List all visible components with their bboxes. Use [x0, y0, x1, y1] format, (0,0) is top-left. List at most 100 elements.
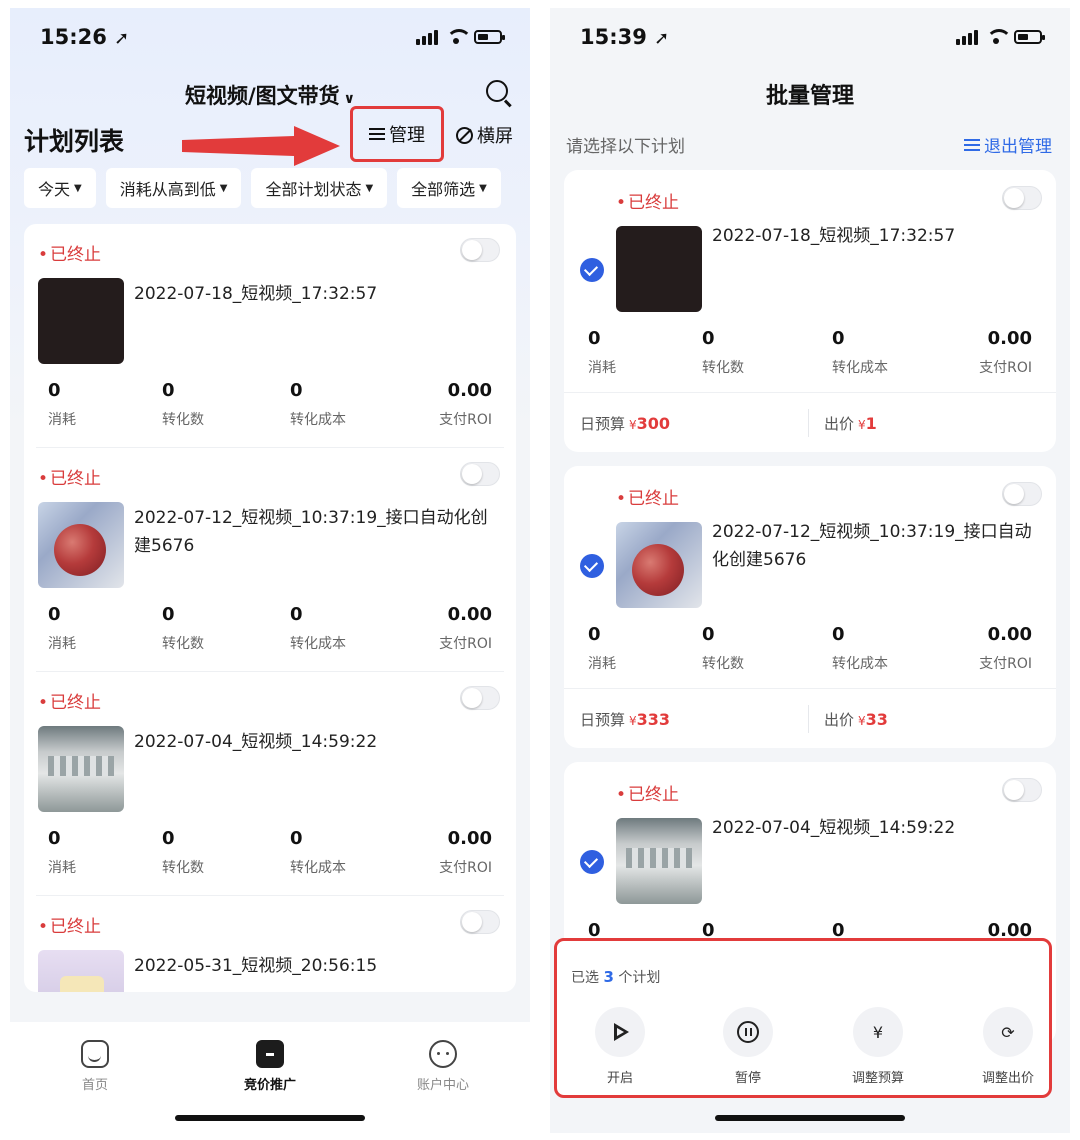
signal-icon	[956, 29, 978, 45]
landscape-button[interactable]: 横屏	[456, 122, 513, 148]
toggle-switch[interactable]	[1002, 778, 1042, 802]
plan-card[interactable]: 已终止 2022-07-18_短视频_17:32:57 0消耗 0转化数 0转化…	[564, 170, 1056, 452]
filter-sort[interactable]: 消耗从高到低 ▼	[105, 168, 242, 208]
caret-down-icon: ▼	[219, 182, 228, 194]
rotate-icon	[456, 126, 473, 144]
plan-name: 2022-07-12_短视频_10:37:19_接口自动化创建5676	[134, 508, 488, 556]
tab-bidding-promotion[interactable]: 竞价推广	[225, 1040, 315, 1093]
list-item[interactable]: 已终止 2022-07-18_短视频_17:32:57 0消耗 0转化数 0转化…	[36, 224, 504, 448]
metric-spend: 0	[48, 380, 61, 401]
location-icon: ➚	[654, 28, 670, 49]
selected-count: 已选 3 个计划	[571, 968, 661, 986]
daily-budget[interactable]: 日预算 ¥300	[580, 413, 670, 434]
toggle-switch[interactable]	[1002, 186, 1042, 210]
signal-icon	[416, 29, 438, 45]
metric-conversions: 0	[162, 604, 175, 625]
tab-account-center[interactable]: 账户中心	[398, 1040, 488, 1093]
metric-spend: 0	[588, 624, 601, 645]
annotation-arrow-icon	[182, 126, 340, 166]
bid-price[interactable]: 出价 ¥33	[824, 709, 888, 730]
adjust-budget-button[interactable]: ¥ 调整预算	[833, 1007, 923, 1086]
status-bar: 15:26 ➚	[40, 22, 505, 52]
plan-thumbnail	[616, 818, 702, 904]
list-icon	[369, 127, 385, 141]
pause-button[interactable]: 暂停	[703, 1007, 793, 1086]
start-button[interactable]: 开启	[575, 1007, 665, 1086]
metric-roi: 0.00	[447, 380, 492, 401]
filter-date[interactable]: 今天 ▼	[24, 168, 96, 208]
metric-cost: 0	[832, 624, 845, 645]
caret-down-icon: ▼	[479, 182, 487, 194]
toggle-switch[interactable]	[460, 462, 500, 486]
adjust-bid-button[interactable]: ⟳ 调整出价	[963, 1007, 1053, 1086]
budget-row: 日预算 ¥333 出价 ¥33	[564, 688, 1056, 748]
battery-icon	[1014, 30, 1045, 44]
metric-roi: 0.00	[987, 624, 1032, 645]
list-item[interactable]: 已终止 2022-07-04_短视频_14:59:22 0消耗 0转化数 0转化…	[36, 672, 504, 896]
filter-all[interactable]: 全部筛选 ▼	[397, 168, 501, 208]
list-icon	[964, 138, 980, 152]
metric-cost: 0	[290, 380, 303, 401]
list-item[interactable]: 已终止 2022-07-12_短视频_10:37:19_接口自动化创建5676 …	[36, 448, 504, 672]
account-icon	[429, 1040, 457, 1068]
caret-down-icon: ▼	[365, 182, 374, 194]
home-icon	[81, 1040, 109, 1068]
metric-spend: 0	[48, 828, 61, 849]
plan-thumbnail	[38, 502, 124, 588]
metric-conversions: 0	[162, 380, 175, 401]
plan-thumbnail	[616, 522, 702, 608]
page-title: 批量管理	[765, 84, 854, 109]
status-time: 15:39 ➚	[580, 25, 670, 49]
exit-manage-button[interactable]: 退出管理	[964, 132, 1052, 157]
metric-roi: 0.00	[447, 604, 492, 625]
metric-cost: 0	[290, 828, 303, 849]
wifi-icon	[446, 29, 472, 45]
play-icon	[595, 1007, 645, 1057]
plan-name: 2022-07-18_短视频_17:32:57	[134, 284, 378, 304]
plan-name: 2022-07-12_短视频_10:37:19_接口自动化创建5676	[712, 522, 1032, 570]
plan-card[interactable]: 已终止 2022-07-12_短视频_10:37:19_接口自动化创建5676 …	[564, 466, 1056, 748]
page-title: 计划列表	[24, 127, 125, 156]
metric-conversions: 0	[162, 828, 175, 849]
metric-spend: 0	[48, 604, 61, 625]
budget-row: 日预算 ¥300 出价 ¥1	[564, 392, 1056, 452]
money-bag-icon: ¥	[853, 1007, 903, 1057]
plan-name: 2022-05-31_短视频_20:56:15	[134, 956, 378, 976]
caret-down-icon: ▼	[74, 182, 82, 194]
check-icon[interactable]	[580, 850, 604, 874]
home-indicator	[175, 1115, 365, 1121]
plan-thumbnail	[38, 726, 124, 812]
plan-thumbnail	[616, 226, 702, 312]
status-badge: 已终止	[38, 688, 101, 713]
filter-bar: 今天 ▼ 消耗从高到低 ▼ 全部计划状态 ▼ 全部筛选 ▼	[24, 168, 530, 208]
metric-cost: 0	[290, 604, 303, 625]
location-icon: ➚	[114, 28, 130, 49]
bid-price[interactable]: 出价 ¥1	[824, 413, 877, 434]
folder-icon	[256, 1040, 284, 1068]
list-item[interactable]: 已终止 2022-05-31_短视频_20:56:15	[36, 896, 504, 992]
wifi-icon	[986, 29, 1012, 45]
plan-thumbnail	[38, 950, 124, 992]
refresh-yen-icon: ⟳	[983, 1007, 1033, 1057]
toggle-switch[interactable]	[1002, 482, 1042, 506]
toggle-switch[interactable]	[460, 910, 500, 934]
chevron-down-icon: ∨	[343, 91, 356, 107]
status-badge: 已终止	[38, 464, 101, 489]
daily-budget[interactable]: 日预算 ¥333	[580, 709, 670, 730]
check-icon[interactable]	[580, 258, 604, 282]
status-bar: 15:39 ➚	[580, 22, 1045, 52]
status-badge: 已终止	[38, 912, 101, 937]
select-hint: 请选择以下计划	[566, 137, 685, 157]
toggle-switch[interactable]	[460, 238, 500, 262]
check-icon[interactable]	[580, 554, 604, 578]
batch-action-panel: 已选 3 个计划 开启 暂停 ¥ 调整预算 ⟳ 调整出价	[554, 938, 1052, 1098]
search-icon[interactable]	[486, 80, 508, 102]
filter-status[interactable]: 全部计划状态 ▼	[251, 168, 388, 208]
left-screen: 15:26 ➚ 短视频/图文带货 ∨ 计划列表 管理 横屏 今天 ▼ 消耗从高到低 ▼…	[10, 8, 530, 1133]
metric-conversions: 0	[702, 328, 715, 349]
tab-home[interactable]: 首页	[50, 1040, 140, 1093]
manage-button[interactable]: 管理	[350, 106, 444, 162]
metric-cost: 0	[832, 328, 845, 349]
nav-title[interactable]: 短视频/图文带货 ∨	[10, 80, 530, 110]
toggle-switch[interactable]	[460, 686, 500, 710]
